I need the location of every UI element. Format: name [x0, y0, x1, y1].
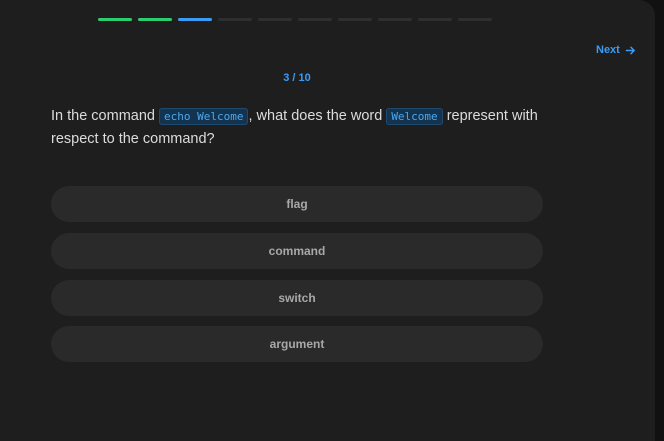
progress-segment-8 [378, 18, 412, 21]
progress-segment-4 [218, 18, 252, 21]
progress-segment-1 [98, 18, 132, 21]
next-button[interactable]: Next [596, 44, 636, 56]
answer-options: flag command switch argument [51, 186, 543, 362]
progress-bar [98, 18, 492, 21]
answer-option-switch[interactable]: switch [51, 280, 543, 316]
progress-segment-7 [338, 18, 372, 21]
question-text-part-1: In the command [51, 108, 159, 124]
answer-option-flag[interactable]: flag [51, 186, 543, 222]
progress-segment-5 [258, 18, 292, 21]
question-counter: 3 / 10 [283, 72, 311, 84]
progress-segment-6 [298, 18, 332, 21]
answer-option-argument[interactable]: argument [51, 326, 543, 362]
progress-segment-2 [138, 18, 172, 21]
inline-code-command: echo Welcome [159, 108, 249, 125]
progress-segment-10 [458, 18, 492, 21]
next-button-label: Next [596, 44, 620, 56]
progress-segment-3 [178, 18, 212, 21]
inline-code-word: Welcome [386, 108, 443, 125]
answer-option-command[interactable]: command [51, 233, 543, 269]
question-text-part-2: , what does the word [248, 108, 387, 124]
question-text: In the command echo Welcome, what does t… [51, 105, 551, 150]
progress-segment-9 [418, 18, 452, 21]
quiz-panel: Next 3 / 10 In the command echo Welcome,… [0, 0, 655, 441]
arrow-right-icon [625, 46, 635, 54]
